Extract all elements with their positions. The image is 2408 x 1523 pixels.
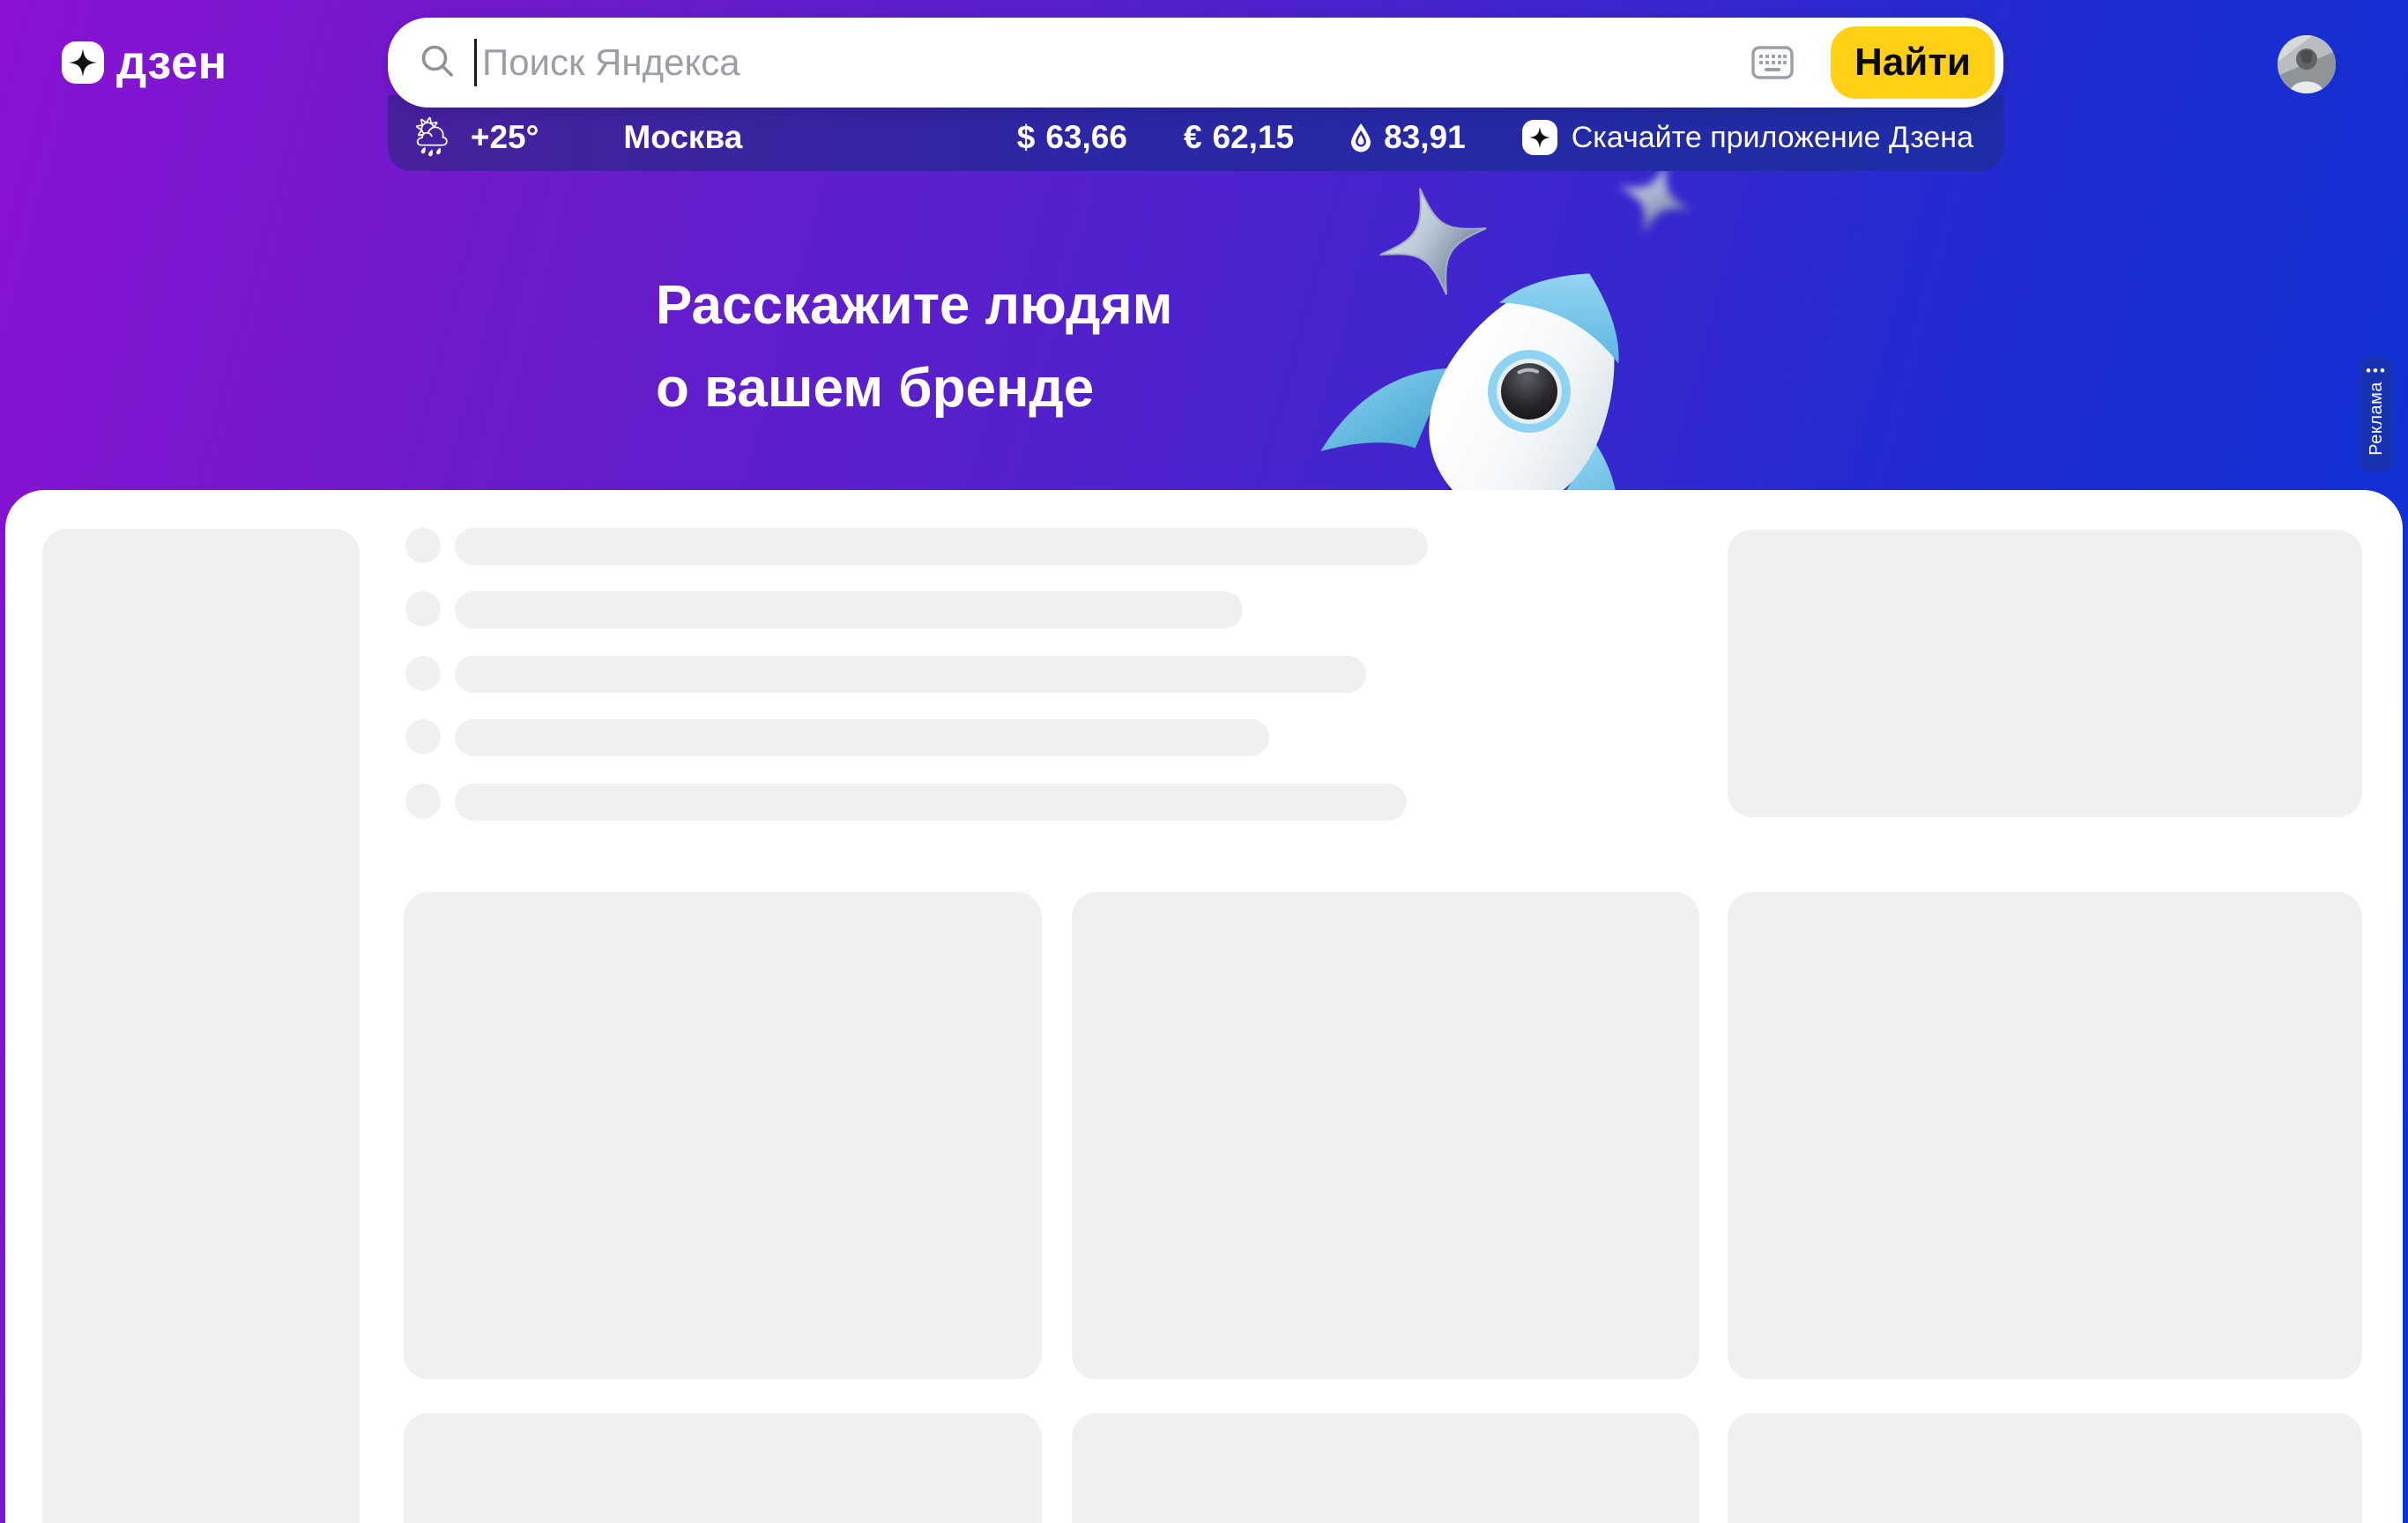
oil-droplet-icon [1350,123,1371,152]
app-download-link[interactable]: Скачайте приложение Дзена [1522,120,1973,155]
dzen-star-icon [62,41,104,84]
weather-temperature: +25° [471,119,539,156]
dzen-homepage: дзен Найти [0,0,2408,1523]
rate-oil[interactable]: 83,91 [1350,119,1466,156]
skeleton-card [1728,892,2362,1379]
skeleton-sidebar [42,529,360,1523]
search-submit-button[interactable]: Найти [1831,26,1995,99]
logo-wordmark: дзен [116,39,227,86]
app-download-text: Скачайте приложение Дзена [1572,121,1973,155]
keyboard-icon[interactable] [1751,46,1794,79]
skeleton-card [404,1413,1042,1523]
skeleton-feed-line [455,719,1269,756]
skeleton-feed-line [455,528,1428,565]
skeleton-feed-avatar [405,719,441,754]
skeleton-feed-avatar [405,656,441,691]
skeleton-card [1728,1413,2362,1523]
ad-banner[interactable]: Расскажите людям о вашем бренде [0,171,2408,490]
skeleton-card [404,892,1042,1379]
usd-symbol: $ [1017,119,1036,156]
skeleton-feed-line [455,784,1407,821]
rate-usd[interactable]: $ 63,66 [1017,119,1127,156]
oil-value: 83,91 [1384,119,1466,156]
skeleton-feed-line [455,656,1366,693]
weather-icon: 🌦 [407,118,457,157]
headline-line1: Расскажите людям [656,264,1173,347]
search-bar: Найти [388,18,2003,108]
eur-value: 62,15 [1213,119,1295,156]
ad-menu-dots[interactable]: ••• [2366,363,2387,378]
skeleton-feed-avatar [405,528,441,563]
skeleton-card [1072,892,1699,1379]
city-link[interactable]: Москва [623,119,742,156]
content-panel [5,490,2403,1523]
ad-badge[interactable]: ••• Реклама [2359,356,2394,472]
skeleton-feed-line [455,591,1243,628]
skeleton-card [1072,1413,1699,1523]
ad-label: Реклама [2367,382,2387,456]
rate-eur[interactable]: € 62,15 [1184,119,1294,156]
currency-rates: $ 63,66 € 62,15 83,91 [1017,119,1466,156]
search-icon [418,41,457,85]
skeleton-feed-avatar [405,784,441,819]
user-avatar[interactable] [2278,35,2336,93]
weather-widget[interactable]: 🌦 +25° [407,118,539,157]
skeleton-feed-avatar [405,591,441,627]
skeleton-widget-card [1728,530,2362,817]
headline-line2: о вашем бренде [656,347,1173,430]
dzen-app-icon [1522,120,1557,155]
dzen-logo[interactable]: дзен [62,39,227,86]
search-input[interactable] [477,41,1751,84]
eur-symbol: € [1184,119,1202,156]
banner-headline: Расскажите людям о вашем бренде [656,264,1173,430]
usd-value: 63,66 [1045,119,1127,156]
